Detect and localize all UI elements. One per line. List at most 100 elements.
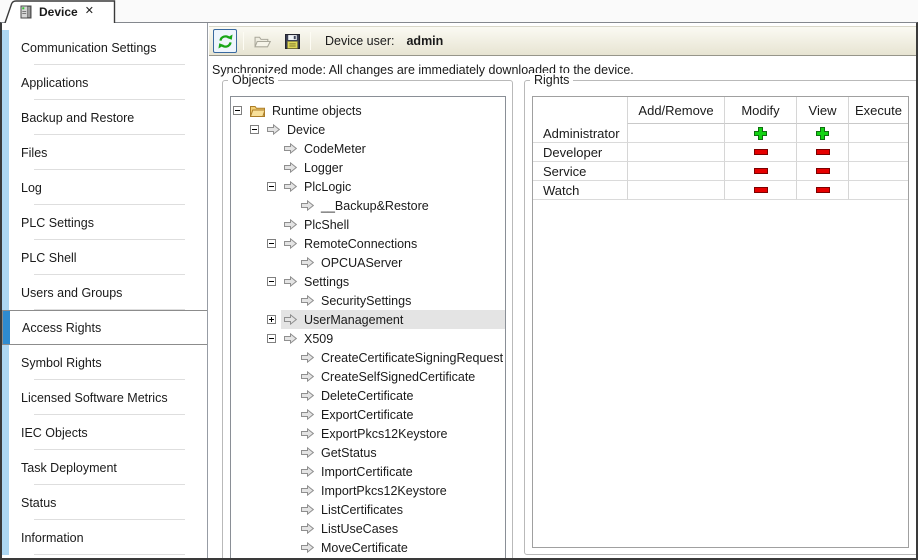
expand-icon[interactable]: [267, 315, 276, 324]
sidebar-item-communication-settings[interactable]: Communication Settings: [2, 30, 207, 65]
tree-item-label: UserManagement: [304, 313, 403, 327]
collapse-icon[interactable]: [267, 334, 276, 343]
permission-cell-developer-add-remove[interactable]: [627, 143, 724, 162]
sidebar-item-backup-and-restore[interactable]: Backup and Restore: [2, 100, 207, 135]
objects-groupbox: Objects Runtime objectsDeviceCodeMeterLo…: [222, 80, 513, 560]
arrow-icon: [301, 504, 314, 515]
arrow-icon: [284, 181, 297, 192]
tree-item-backup-restore[interactable]: __Backup&Restore: [231, 196, 505, 215]
tree-item-listcertificates[interactable]: ListCertificates: [231, 500, 505, 519]
tree-item-listusecases[interactable]: ListUseCases: [231, 519, 505, 538]
tree-item-device[interactable]: Device: [231, 120, 505, 139]
sidebar-item-plc-shell[interactable]: PLC Shell: [2, 240, 207, 275]
sidebar-item-label: Users and Groups: [21, 286, 122, 300]
permission-cell-watch-add-remove[interactable]: [627, 181, 724, 200]
sidebar-item-users-and-groups[interactable]: Users and Groups: [2, 275, 207, 310]
tree-item-getstatus[interactable]: GetStatus: [231, 443, 505, 462]
permission-cell-watch-execute[interactable]: [848, 181, 908, 200]
permission-cell-service-add-remove[interactable]: [627, 162, 724, 181]
plus-icon: [754, 127, 767, 140]
tree-item-settings[interactable]: Settings: [231, 272, 505, 291]
tree-item-plcshell[interactable]: PlcShell: [231, 215, 505, 234]
permission-cell-administrator-add-remove[interactable]: [627, 124, 724, 143]
close-icon[interactable]: ✕: [85, 6, 94, 17]
tree-item-importcertificate[interactable]: ImportCertificate: [231, 462, 505, 481]
tree-item-label: ExportPkcs12Keystore: [321, 427, 447, 441]
permission-cell-watch-view[interactable]: [796, 181, 848, 200]
minus-icon: [816, 168, 830, 174]
collapse-icon[interactable]: [233, 106, 242, 115]
permission-cell-administrator-execute[interactable]: [848, 124, 908, 143]
permission-cell-service-execute[interactable]: [848, 162, 908, 181]
sidebar-item-applications[interactable]: Applications: [2, 65, 207, 100]
sidebar-item-status[interactable]: Status: [2, 485, 207, 520]
tree-item-usermanagement[interactable]: UserManagement: [231, 310, 505, 329]
sidebar-item-label: PLC Settings: [21, 216, 94, 230]
permission-cell-developer-modify[interactable]: [724, 143, 796, 162]
refresh-button[interactable]: [213, 29, 237, 53]
permission-cell-administrator-modify[interactable]: [724, 124, 796, 143]
arrow-icon: [284, 314, 297, 325]
sidebar-item-files[interactable]: Files: [2, 135, 207, 170]
tree-item-deletecertificate[interactable]: DeleteCertificate: [231, 386, 505, 405]
sidebar-item-label: Files: [21, 146, 47, 160]
toolbar: Device user: admin: [209, 26, 916, 56]
permission-cell-service-modify[interactable]: [724, 162, 796, 181]
tab-device[interactable]: Device ✕: [4, 0, 116, 23]
permission-cell-watch-modify[interactable]: [724, 181, 796, 200]
sidebar-item-iec-objects[interactable]: IEC Objects: [2, 415, 207, 450]
arrow-icon: [284, 238, 297, 249]
open-button[interactable]: [250, 29, 274, 53]
tree-item-movecertificate[interactable]: MoveCertificate: [231, 538, 505, 557]
permission-cell-administrator-view[interactable]: [796, 124, 848, 143]
tree-item-runtime-objects[interactable]: Runtime objects: [231, 101, 505, 120]
folder-icon: [250, 105, 265, 117]
tree-item-codemeter[interactable]: CodeMeter: [231, 139, 505, 158]
permission-cell-service-view[interactable]: [796, 162, 848, 181]
permission-cell-developer-view[interactable]: [796, 143, 848, 162]
toolbar-separator: [243, 32, 244, 50]
collapse-icon[interactable]: [267, 182, 276, 191]
save-button[interactable]: [280, 29, 304, 53]
column-header-view: View: [796, 97, 848, 124]
tree-item-logger[interactable]: Logger: [231, 158, 505, 177]
tree-item-remoteconnections[interactable]: RemoteConnections: [231, 234, 505, 253]
collapse-icon[interactable]: [267, 277, 276, 286]
column-header-modify: Modify: [724, 97, 796, 124]
sidebar-item-symbol-rights[interactable]: Symbol Rights: [2, 345, 207, 380]
sidebar-item-label: PLC Shell: [21, 251, 77, 265]
tree-item-label: MoveCertificate: [321, 541, 408, 555]
arrow-icon: [284, 162, 297, 173]
tree-item-exportcertificate[interactable]: ExportCertificate: [231, 405, 505, 424]
tree-item-plclogic[interactable]: PlcLogic: [231, 177, 505, 196]
tree-item-exportpkcs12keystore[interactable]: ExportPkcs12Keystore: [231, 424, 505, 443]
collapse-icon[interactable]: [267, 239, 276, 248]
accent-bar: [2, 240, 9, 275]
sidebar-item-licensed-software-metrics[interactable]: Licensed Software Metrics: [2, 380, 207, 415]
sidebar-item-log[interactable]: Log: [2, 170, 207, 205]
sidebar-item-access-rights[interactable]: Access Rights: [2, 310, 207, 345]
accent-bar: [2, 135, 9, 170]
editor-panel: Communication Settings Applications Backup…: [0, 22, 918, 560]
sidebar-item-label: Applications: [21, 76, 88, 90]
device-icon: [20, 5, 32, 19]
minus-icon: [816, 187, 830, 193]
accent-bar: [2, 485, 9, 520]
minus-icon: [754, 168, 768, 174]
sidebar-item-information[interactable]: Information: [2, 520, 207, 555]
tree-item-label: Runtime objects: [272, 104, 362, 118]
collapse-icon[interactable]: [250, 125, 259, 134]
permission-cell-developer-execute[interactable]: [848, 143, 908, 162]
arrow-icon: [301, 466, 314, 477]
column-header-execute: Execute: [848, 97, 908, 124]
sidebar-item-task-deployment[interactable]: Task Deployment: [2, 450, 207, 485]
sidebar-item-plc-settings[interactable]: PLC Settings: [2, 205, 207, 240]
tree-item-importpkcs12keystore[interactable]: ImportPkcs12Keystore: [231, 481, 505, 500]
tree-item-opcuaserver[interactable]: OPCUAServer: [231, 253, 505, 272]
sidebar-item-label: Symbol Rights: [21, 356, 102, 370]
tree-item-createselfsignedcertificate[interactable]: CreateSelfSignedCertificate: [231, 367, 505, 386]
tree-item-x509[interactable]: X509: [231, 329, 505, 348]
tree-item-securitysettings[interactable]: SecuritySettings: [231, 291, 505, 310]
column-header-add-remove: Add/Remove: [627, 97, 724, 124]
tree-item-createcertificatesigningrequest[interactable]: CreateCertificateSigningRequest: [231, 348, 505, 367]
